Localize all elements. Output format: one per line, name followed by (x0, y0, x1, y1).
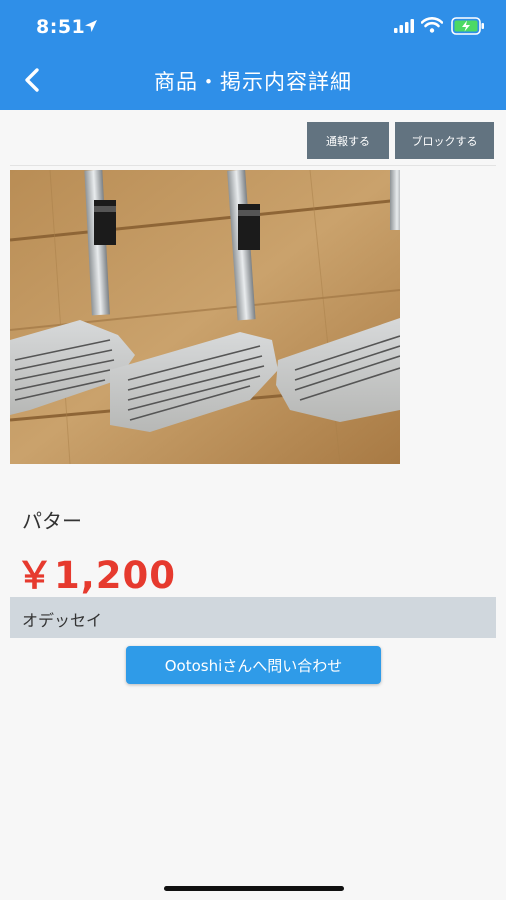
battery-charging-icon (451, 17, 484, 35)
product-name: パター (22, 509, 82, 533)
home-indicator (164, 886, 344, 891)
status-bar: 8:51 (0, 0, 506, 52)
cellular-signal-icon (394, 19, 414, 33)
location-arrow-icon (85, 20, 97, 32)
block-button[interactable]: ブロックする (395, 122, 494, 159)
status-time: 8:51 (36, 16, 86, 38)
app-header: 8:51 商品・掲示内容詳細 (0, 0, 506, 110)
product-price: ￥1,200 (16, 554, 177, 597)
report-button[interactable]: 通報する (307, 122, 389, 159)
contact-button[interactable]: Ootoshiさんへ問い合わせ (126, 646, 381, 684)
divider (10, 165, 496, 166)
product-image (10, 170, 400, 464)
product-maker: オデッセイ (22, 611, 103, 630)
maker-bar: オデッセイ (10, 597, 496, 638)
golf-iron-clubs-photo (10, 170, 400, 464)
page-title: 商品・掲示内容詳細 (154, 70, 352, 94)
wifi-icon (421, 17, 443, 33)
